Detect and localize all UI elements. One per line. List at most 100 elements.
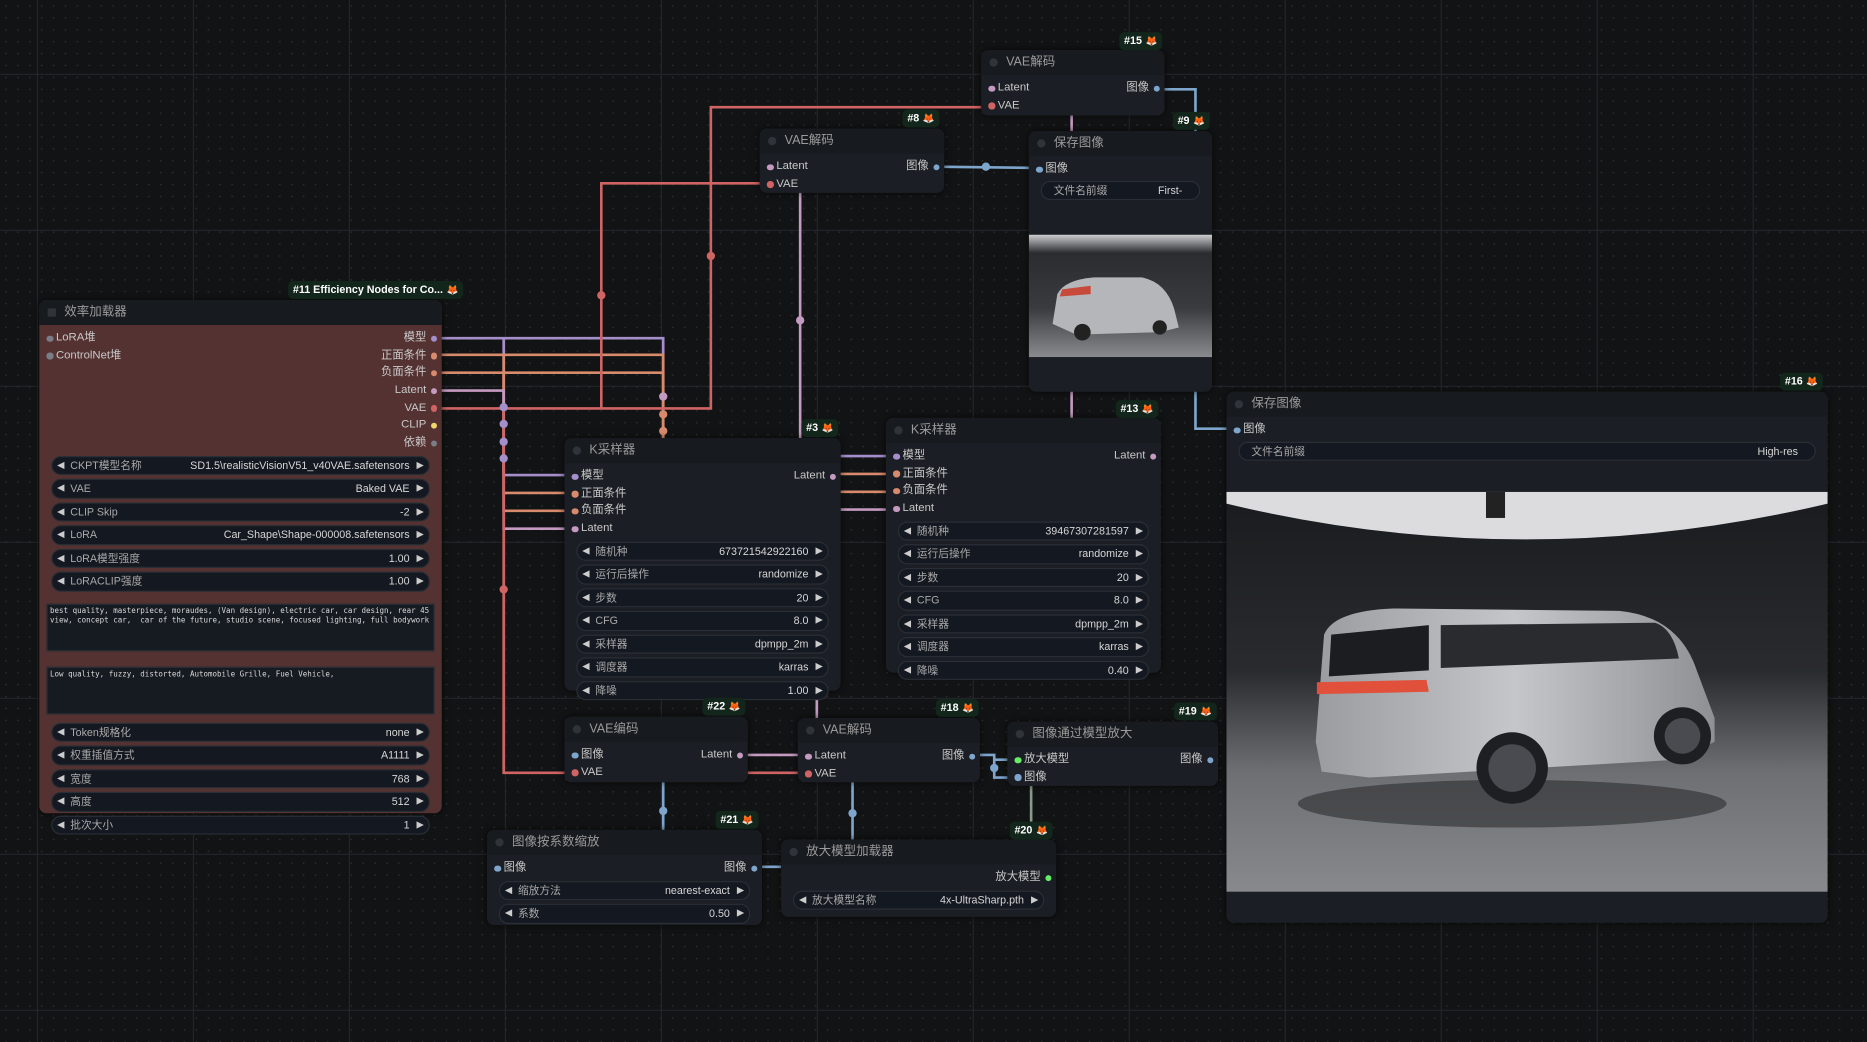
slot-dot-icon[interactable] <box>430 422 437 430</box>
widget-高度[interactable]: ◀ 高度 512 ▶ <box>51 792 430 812</box>
widget-随机种[interactable]: ◀ 随机种 39467307281597 ▶ <box>897 521 1150 541</box>
slot-dot-icon[interactable] <box>893 453 900 460</box>
widget-value[interactable]: karras <box>1099 639 1129 656</box>
node-ksampler-3[interactable]: K采样器 模型 Latent 正面条件 负面条件 Latent ◀ 随机种 6737215429… <box>564 438 841 701</box>
arrow-right-icon[interactable]: ▶ <box>417 770 424 787</box>
output-slot[interactable]: 正面条件 <box>381 347 437 365</box>
arrow-right-icon[interactable]: ▶ <box>815 543 822 560</box>
slot-dot-icon[interactable] <box>750 865 758 872</box>
input-slot[interactable]: 模型 <box>893 448 925 466</box>
input-slot[interactable]: 放大模型 <box>1014 751 1069 769</box>
node-vae-decode-18[interactable]: VAE解码 Latent 图像 VAE <box>797 717 980 783</box>
slot-dot-icon[interactable] <box>430 387 437 395</box>
widget-value[interactable]: 8.0 <box>794 612 809 629</box>
widget-调度器[interactable]: ◀ 调度器 karras ▶ <box>576 657 829 678</box>
slot-dot-icon[interactable] <box>1014 756 1022 764</box>
output-slot[interactable]: Latent <box>1114 448 1157 466</box>
arrow-left-icon[interactable]: ◀ <box>582 636 589 653</box>
widget-value[interactable]: 39467307281597 <box>1045 522 1128 539</box>
widget-value[interactable]: 673721542922160 <box>719 543 808 560</box>
arrow-right-icon[interactable]: ▶ <box>815 566 822 583</box>
input-slot[interactable]: VAE <box>988 97 1020 115</box>
widget-运行后操作[interactable]: ◀ 运行后操作 randomize ▶ <box>576 564 829 585</box>
input-slot[interactable]: Latent <box>571 520 613 538</box>
widget-LoRA[interactable]: ◀ LoRA Car_Shape\Shape-000008.safetensors ▶ <box>51 525 430 546</box>
arrow-right-icon[interactable]: ▶ <box>417 480 424 497</box>
widget-value[interactable]: randomize <box>758 566 808 583</box>
slot-dot-icon[interactable] <box>766 163 774 171</box>
widget-value[interactable]: A1111 <box>381 747 410 764</box>
arrow-left-icon[interactable]: ◀ <box>57 573 64 590</box>
slot-dot-icon[interactable] <box>1153 85 1160 92</box>
input-slot[interactable]: ControlNet堆 <box>46 347 121 365</box>
widget-系数[interactable]: ◀ 系数 0.50 ▶ <box>498 903 751 924</box>
slot-dot-icon[interactable] <box>571 769 579 776</box>
arrow-right-icon[interactable]: ▶ <box>1136 569 1143 586</box>
slot-dot-icon[interactable] <box>46 352 53 360</box>
arrow-left-icon[interactable]: ◀ <box>904 662 911 679</box>
widget-VAE[interactable]: ◀ VAE Baked VAE ▶ <box>51 479 430 499</box>
node-title[interactable]: VAE解码 <box>981 50 1165 76</box>
input-slot[interactable]: 图像 <box>1014 769 1047 787</box>
arrow-right-icon[interactable]: ▶ <box>417 503 424 520</box>
widget-value[interactable]: 1.00 <box>389 550 410 567</box>
widget-采样器[interactable]: ◀ 采样器 dpmpp_2m ▶ <box>897 614 1150 634</box>
arrow-right-icon[interactable]: ▶ <box>417 817 424 834</box>
arrow-right-icon[interactable]: ▶ <box>417 724 424 741</box>
node-title[interactable]: 图像按系数缩放 <box>486 829 763 855</box>
arrow-left-icon[interactable]: ◀ <box>57 817 64 834</box>
node-title[interactable]: VAE解码 <box>759 128 945 154</box>
arrow-left-icon[interactable]: ◀ <box>904 615 911 632</box>
output-slot[interactable]: CLIP <box>401 417 437 435</box>
arrow-right-icon[interactable]: ▶ <box>417 527 424 544</box>
widget-value[interactable]: 20 <box>1117 569 1129 586</box>
arrow-right-icon[interactable]: ▶ <box>1031 891 1038 908</box>
widget-value[interactable]: 1.00 <box>788 682 809 699</box>
input-slot[interactable]: VAE <box>571 764 603 782</box>
widget-value[interactable]: nearest-exact <box>665 882 730 899</box>
widget-降噪[interactable]: ◀ 降噪 0.40 ▶ <box>897 660 1150 681</box>
arrow-left-icon[interactable]: ◀ <box>799 891 806 908</box>
output-slot[interactable]: Latent <box>701 747 743 765</box>
output-slot[interactable]: 放大模型 <box>995 869 1052 887</box>
arrow-right-icon[interactable]: ▶ <box>737 882 744 899</box>
arrow-right-icon[interactable]: ▶ <box>1136 662 1143 679</box>
slot-dot-icon[interactable] <box>571 508 579 515</box>
arrow-right-icon[interactable]: ▶ <box>417 747 424 764</box>
node-title[interactable]: K采样器 <box>885 417 1161 443</box>
arrow-left-icon[interactable]: ◀ <box>904 546 911 563</box>
node-title[interactable]: VAE解码 <box>797 717 980 743</box>
input-slot[interactable]: 模型 <box>571 468 604 486</box>
slot-dot-icon[interactable] <box>571 751 579 759</box>
output-slot[interactable]: 依赖 <box>404 435 437 453</box>
slot-dot-icon[interactable] <box>766 181 774 188</box>
input-slot[interactable]: 图像 <box>1233 422 1266 440</box>
arrow-right-icon[interactable]: ▶ <box>1136 639 1143 656</box>
slot-dot-icon[interactable] <box>988 85 995 92</box>
preview-image-high-res[interactable] <box>1226 491 1828 892</box>
widget-LoRA模型强度[interactable]: ◀ LoRA模型强度 1.00 ▶ <box>51 548 430 569</box>
node-save-image-16[interactable]: 保存图像 图像 文件名前缀 High-res <box>1226 391 1828 923</box>
widget-CFG[interactable]: ◀ CFG 8.0 ▶ <box>897 590 1150 611</box>
output-slot[interactable]: 负面条件 <box>381 365 437 383</box>
slot-dot-icon[interactable] <box>430 370 437 377</box>
slot-dot-icon[interactable] <box>494 865 501 872</box>
arrow-left-icon[interactable]: ◀ <box>57 793 64 810</box>
node-image-scale-by-21[interactable]: 图像按系数缩放 图像 图像 ◀ 缩放方法 nearest-exact ▶ ◀ 系数 0.50 ▶ <box>486 829 763 926</box>
arrow-left-icon[interactable]: ◀ <box>582 589 589 606</box>
arrow-left-icon[interactable]: ◀ <box>57 480 64 497</box>
arrow-left-icon[interactable]: ◀ <box>505 882 512 899</box>
input-slot[interactable]: Latent <box>766 158 808 176</box>
widget-value[interactable]: 4x-UltraSharp.pth <box>940 891 1024 908</box>
node-title[interactable]: 保存图像 <box>1028 130 1213 156</box>
arrow-right-icon[interactable]: ▶ <box>1136 592 1143 609</box>
slot-dot-icon[interactable] <box>430 335 437 342</box>
arrow-left-icon[interactable]: ◀ <box>582 612 589 629</box>
widget-value[interactable]: Baked VAE <box>356 480 410 497</box>
arrow-left-icon[interactable]: ◀ <box>904 569 911 586</box>
slot-dot-icon[interactable] <box>804 770 812 778</box>
arrow-right-icon[interactable]: ▶ <box>815 682 822 699</box>
arrow-left-icon[interactable]: ◀ <box>582 543 589 560</box>
widget-value[interactable]: 1 <box>404 817 410 834</box>
widget-value[interactable]: Car_Shape\Shape-000008.safetensors <box>224 527 410 544</box>
